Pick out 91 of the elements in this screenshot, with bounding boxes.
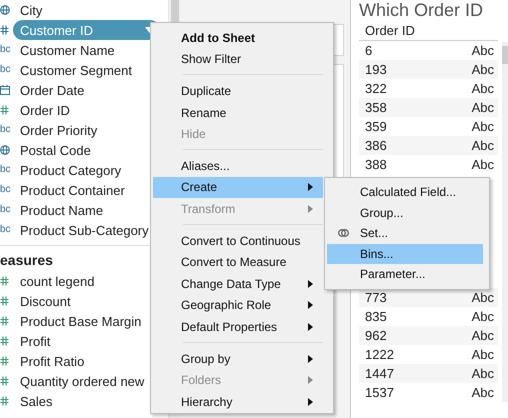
table-cell: 322: [365, 81, 387, 96]
set-icon: [338, 228, 349, 238]
menu-item[interactable]: Calculated Field...: [327, 182, 483, 202]
field-name[interactable]: Customer Name: [13, 40, 122, 60]
menu-item[interactable]: Bins...: [327, 244, 483, 264]
menu-item[interactable]: Duplicate: [153, 80, 323, 102]
menu-item[interactable]: Convert to Continuous: [153, 230, 323, 252]
submenu-arrow-icon: [308, 398, 313, 406]
table-cell: 962: [365, 328, 387, 343]
table-cell: Abc: [472, 157, 494, 172]
menu-item[interactable]: Parameter...: [327, 264, 483, 284]
menu-item[interactable]: Group...: [327, 202, 483, 223]
field-name[interactable]: Order ID: [13, 100, 77, 120]
menu-item[interactable]: Geographic Role: [153, 294, 323, 316]
hash-icon: [0, 396, 9, 406]
string-type-icon: bc: [0, 125, 11, 135]
menu-item[interactable]: Convert to Measure: [153, 251, 323, 273]
menu-item[interactable]: Set...: [327, 223, 483, 244]
scrollbar[interactable]: [502, 42, 508, 402]
globe-icon: [0, 5, 10, 15]
field-name[interactable]: Product Category: [13, 160, 128, 180]
field-name[interactable]: Order Date: [13, 80, 92, 100]
table-cell: 1222: [365, 347, 394, 362]
table-cell: 358: [365, 100, 387, 115]
table-cell: 835: [365, 309, 387, 324]
table-cell: Abc: [472, 385, 494, 400]
table-cell: 1537: [365, 385, 394, 400]
string-type-icon: bc: [0, 225, 11, 235]
submenu-arrow-icon: [308, 204, 313, 213]
string-type-icon: bc: [0, 205, 11, 215]
submenu-arrow-icon: [308, 322, 313, 331]
submenu-arrow-icon: [308, 183, 313, 192]
field-name[interactable]: Product Name: [13, 200, 110, 220]
table-cell: Abc: [472, 62, 494, 77]
table-cell: Abc: [472, 366, 494, 381]
field-name[interactable]: Discount: [13, 292, 78, 310]
menu-item[interactable]: Show Filter: [153, 48, 323, 70]
submenu-arrow-icon: [308, 376, 313, 384]
table-cell: 773: [365, 290, 387, 305]
table-cell: 1447: [365, 366, 394, 381]
menu-item[interactable]: Aliases...: [153, 154, 323, 177]
field-name[interactable]: Product Base Margin: [13, 312, 148, 330]
field-name[interactable]: Profit: [13, 332, 58, 350]
hash-icon: [0, 25, 9, 35]
field-name[interactable]: Postal Code: [13, 140, 98, 160]
table-cell: Abc: [472, 119, 494, 134]
hash-icon: [0, 316, 9, 326]
table-cell: 386: [365, 138, 387, 153]
section-heading: easures: [0, 251, 53, 270]
menu-item[interactable]: Default Properties: [153, 316, 323, 338]
menu-item[interactable]: Hierarchy: [153, 390, 323, 412]
table-cell: 388: [365, 157, 387, 172]
table-cell: Abc: [472, 138, 494, 153]
field-name[interactable]: City: [13, 0, 50, 20]
table-cell: Abc: [472, 100, 494, 115]
worksheet-title: Which Order ID: [359, 0, 484, 21]
submenu-arrow-icon: [308, 280, 313, 288]
submenu-arrow-icon: [308, 301, 313, 310]
table-cell: 359: [365, 119, 387, 134]
string-type-icon: bc: [0, 185, 11, 195]
table-cell: Abc: [472, 81, 494, 96]
calendar-icon: [0, 85, 10, 95]
table-cell: 193: [365, 62, 387, 77]
table-cell: Abc: [472, 347, 494, 362]
hash-icon: [0, 276, 9, 286]
string-type-icon: bc: [0, 165, 11, 175]
menu-item[interactable]: Change Data Type: [153, 272, 323, 295]
field-name[interactable]: Product Container: [13, 180, 132, 200]
submenu-arrow-icon: [308, 354, 313, 363]
table-cell: Abc: [472, 290, 494, 305]
table-cell: Abc: [472, 43, 494, 58]
menu-item[interactable]: Group by: [153, 348, 323, 370]
field-name[interactable]: Profit Ratio: [13, 352, 92, 370]
hash-icon: [0, 105, 9, 115]
hash-icon: [0, 336, 9, 346]
table-cell: Abc: [472, 328, 494, 343]
hash-icon: [0, 376, 9, 386]
string-type-icon: bc: [0, 45, 11, 55]
field-name[interactable]: Quantity ordered new: [13, 372, 152, 390]
hash-icon: [0, 296, 9, 306]
field-name[interactable]: Order Priority: [13, 120, 104, 140]
field-name[interactable]: count legend: [13, 272, 102, 290]
field-name[interactable]: Customer Segment: [13, 60, 139, 80]
table-cell: Abc: [472, 309, 494, 324]
menu-item[interactable]: Rename: [153, 102, 323, 124]
field-name[interactable]: Sales: [13, 392, 60, 410]
globe-icon: [0, 145, 10, 155]
hash-icon: [0, 356, 9, 366]
table-cell: 6: [365, 43, 372, 58]
menu-item[interactable]: Create: [153, 176, 323, 198]
string-type-icon: bc: [0, 65, 11, 75]
